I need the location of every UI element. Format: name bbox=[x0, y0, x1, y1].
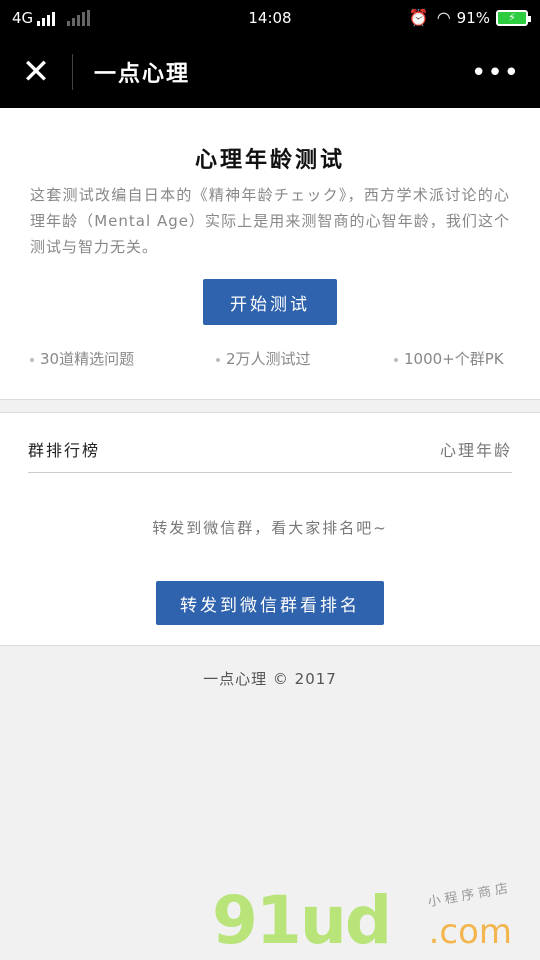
wifi-icon: ◠ bbox=[436, 8, 451, 27]
stat-item: 2万人测试过 bbox=[216, 348, 311, 369]
nav-bar: ✕ 一点心理 ••• bbox=[0, 36, 540, 108]
bullet-icon bbox=[394, 357, 398, 362]
bullet-icon bbox=[216, 357, 220, 362]
ranking-label: 群排行榜 bbox=[28, 441, 101, 460]
more-dots-icon[interactable]: ••• bbox=[471, 58, 520, 88]
nav-divider bbox=[72, 54, 73, 90]
ranking-header: 群排行榜 心理年龄 bbox=[28, 437, 512, 473]
watermark-tag: 小程序商店 bbox=[426, 880, 514, 911]
watermark-main: 91ud bbox=[212, 882, 392, 959]
ranking-empty-text: 转发到微信群，看大家排名吧~ bbox=[152, 519, 388, 537]
bullet-icon bbox=[30, 357, 34, 362]
battery-icon: ⚡ bbox=[496, 9, 531, 26]
intro-card: 心理年龄测试 这套测试改编自日本的《精神年龄チェック》，西方学术派讨论的心理年龄… bbox=[0, 108, 540, 400]
stats-row: 30道精选问题 2万人测试过 1000+个群PK bbox=[0, 348, 540, 372]
test-description: 这套测试改编自日本的《精神年龄チェック》，西方学术派讨论的心理年龄（Mental… bbox=[30, 186, 510, 256]
ranking-column-label: 心理年龄 bbox=[439, 441, 512, 460]
stat-item: 1000+个群PK bbox=[394, 348, 504, 369]
stat-label: 2万人测试过 bbox=[226, 350, 311, 368]
watermark-suffix: .com bbox=[428, 912, 512, 952]
stat-label: 1000+个群PK bbox=[404, 350, 504, 368]
status-bar: 4G 14:08 ⏰ ◠ 91% ⚡ bbox=[0, 0, 540, 36]
ranking-card: 群排行榜 心理年龄 转发到微信群，看大家排名吧~ 转发到微信群看排名 bbox=[0, 412, 540, 646]
page-title: 一点心理 bbox=[94, 62, 191, 87]
footer-copyright: 一点心理 © 2017 bbox=[203, 670, 337, 688]
stat-item: 30道精选问题 bbox=[30, 348, 134, 369]
test-title: 心理年龄测试 bbox=[194, 148, 345, 173]
stat-label: 30道精选问题 bbox=[40, 350, 135, 368]
share-to-group-button[interactable]: 转发到微信群看排名 bbox=[156, 581, 384, 625]
status-right: ⏰ ◠ 91% ⚡ bbox=[408, 8, 531, 27]
alarm-icon: ⏰ bbox=[408, 8, 429, 27]
battery-percent: 91% bbox=[456, 8, 490, 27]
start-test-button[interactable]: 开始测试 bbox=[203, 279, 337, 325]
close-icon[interactable]: ✕ bbox=[20, 55, 52, 89]
watermark-logo: 小程序商店 91ud .com bbox=[212, 881, 513, 959]
